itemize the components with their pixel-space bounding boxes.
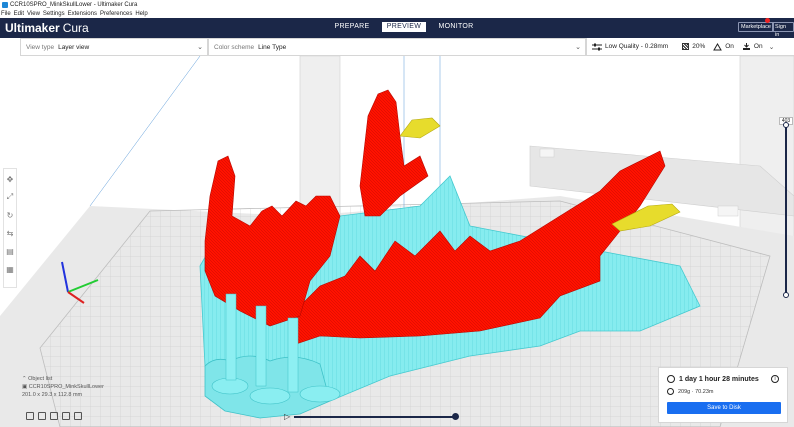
window-title: CCR10SPRO_MinkSkullLower - Ultimaker Cur…	[10, 2, 138, 8]
object-list: ⌃ Object list ▣ CCR10SPRO_MinkSkullLower…	[22, 376, 104, 400]
save-to-disk-button[interactable]: Save to Disk	[667, 402, 781, 414]
menu-bar: File Edit View Settings Extensions Prefe…	[0, 10, 794, 18]
app-header: Ultimaker Cura PREPARE PREVIEW MONITOR Ma…	[0, 18, 794, 38]
view-right-icon[interactable]	[74, 412, 82, 420]
object-list-item[interactable]: ▣ CCR10SPRO_MinkSkullLower	[22, 384, 104, 390]
print-settings-summary[interactable]: Low Quality - 0.28mm 20% On On ⌄	[586, 38, 794, 56]
print-summary-card: 1 day 1 hour 28 minutes i 209g · 70.23m …	[658, 367, 788, 423]
view-front-icon[interactable]	[38, 412, 46, 420]
layer-slider-track	[785, 125, 787, 295]
notification-badge	[765, 18, 770, 23]
material-amount: 209g · 70.23m	[678, 388, 714, 395]
chevron-down-icon: ⌄	[197, 44, 203, 51]
signin-button[interactable]: Sign in	[772, 22, 794, 38]
object-dimensions: 201.0 x 29.3 x 112.8 mm	[22, 392, 83, 398]
object-name: CCR10SPRO_MinkSkullLower	[28, 384, 104, 390]
marketplace-button[interactable]: Marketplace	[738, 22, 774, 32]
menu-view[interactable]: View	[27, 11, 40, 17]
view-top-icon[interactable]	[50, 412, 58, 420]
window-title-bar: CCR10SPRO_MinkSkullLower - Ultimaker Cur…	[0, 0, 794, 10]
print-time: 1 day 1 hour 28 minutes	[679, 375, 759, 383]
infill-setting[interactable]: 20%	[682, 43, 705, 50]
adhesion-icon	[742, 42, 750, 50]
mirror-tool-icon[interactable]: ⇆	[4, 227, 16, 239]
menu-file[interactable]: File	[1, 11, 11, 17]
quality-sliders-icon	[592, 43, 602, 50]
adhesion-value: On	[753, 43, 763, 50]
menu-help[interactable]: Help	[135, 11, 147, 17]
layer-slider[interactable]	[783, 118, 789, 298]
brand-product: Cura	[62, 21, 89, 35]
menu-preferences[interactable]: Preferences	[100, 11, 132, 17]
menu-edit[interactable]: Edit	[14, 11, 24, 17]
rotate-tool-icon[interactable]: ↻	[4, 209, 16, 221]
stage-tabs: PREPARE PREVIEW MONITOR	[325, 22, 483, 32]
print-time-row: 1 day 1 hour 28 minutes	[667, 375, 759, 383]
menu-settings[interactable]: Settings	[43, 11, 65, 17]
simulation-track[interactable]	[294, 416, 456, 418]
infill-icon	[682, 43, 690, 50]
quality-setting[interactable]: Low Quality - 0.28mm	[592, 43, 668, 51]
view-toolbar: View type Layer view ⌄ Color scheme Line…	[0, 38, 794, 56]
scale-tool-icon[interactable]: ⤢	[4, 191, 16, 203]
layer-simulation: ▷	[284, 412, 460, 422]
chevron-down-icon: ⌄	[768, 43, 775, 51]
object-list-toggle[interactable]: ⌃ Object list	[22, 376, 104, 382]
simulation-knob[interactable]	[452, 413, 459, 420]
chevron-down-icon: ⌄	[575, 44, 581, 51]
view-type-label: View type	[26, 43, 55, 51]
support-blocker-icon[interactable]: ▦	[4, 263, 16, 275]
view-3d-icon[interactable]	[26, 412, 34, 420]
brand-logo: Ultimaker Cura	[5, 21, 89, 35]
adhesion-setting[interactable]: On	[742, 42, 763, 51]
play-icon[interactable]: ▷	[284, 412, 290, 421]
support-icon	[713, 42, 723, 50]
view-type-select[interactable]: View type Layer view ⌄	[20, 38, 208, 56]
per-model-settings-icon[interactable]: ▤	[4, 245, 16, 257]
color-scheme-label: Color scheme	[214, 43, 255, 51]
tab-preview[interactable]: PREVIEW	[382, 22, 426, 32]
quality-value: Low Quality - 0.28mm	[605, 43, 669, 50]
brand-name: Ultimaker	[5, 21, 60, 35]
menu-extensions[interactable]: Extensions	[68, 11, 97, 17]
support-setting[interactable]: On	[713, 42, 734, 51]
clock-icon	[667, 375, 675, 383]
tool-sidebar: ✥ ⤢ ↻ ⇆ ▤ ▦	[3, 168, 17, 288]
material-row: 209g · 70.23m	[667, 388, 713, 395]
cura-app-icon	[2, 2, 8, 8]
view-type-value: Layer view	[58, 43, 90, 51]
tab-prepare[interactable]: PREPARE	[328, 22, 376, 32]
move-tool-icon[interactable]: ✥	[4, 173, 16, 185]
support-value: On	[725, 43, 734, 50]
view-left-icon[interactable]	[62, 412, 70, 420]
color-scheme-select[interactable]: Color scheme Line Type ⌄	[208, 38, 586, 56]
tab-monitor[interactable]: MONITOR	[432, 22, 480, 32]
layer-top-handle[interactable]	[783, 122, 789, 128]
object-list-title: Object list	[28, 376, 53, 382]
camera-view-buttons	[26, 412, 86, 420]
material-meter-icon	[667, 388, 674, 395]
layer-bottom-handle[interactable]	[783, 292, 789, 298]
info-icon[interactable]: i	[771, 375, 779, 383]
color-scheme-value: Line Type	[258, 43, 287, 51]
infill-value: 20%	[692, 43, 706, 50]
